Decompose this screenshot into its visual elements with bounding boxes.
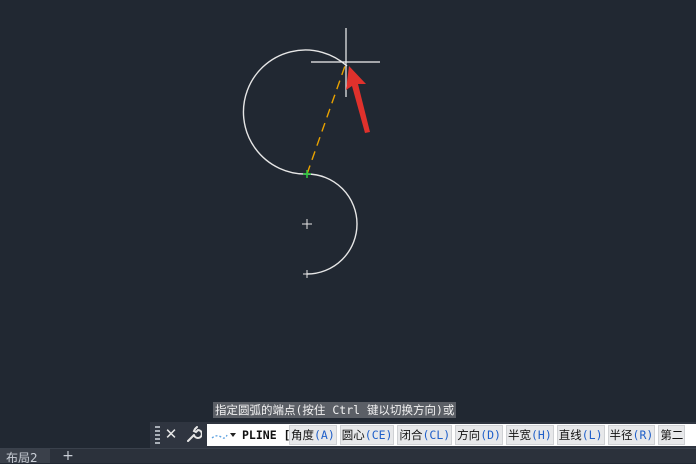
polyline-arc-lower — [306, 173, 358, 275]
option-second-point[interactable]: 第二 — [658, 425, 686, 445]
option-radius[interactable]: 半径(R) — [607, 425, 656, 445]
option-close[interactable]: 闭合(CL) — [397, 425, 453, 445]
option-angle[interactable]: 角度(A) — [289, 425, 337, 445]
command-input[interactable]: PLINE [ 角度(A) 圆心(CE) 闭合(CL) 方向(D) 半宽(H) … — [207, 424, 696, 446]
command-name: PLINE [ — [242, 428, 291, 442]
option-direction[interactable]: 方向(D) — [455, 425, 503, 445]
center-point-marker — [302, 219, 312, 229]
rubber-band-line — [306, 62, 347, 175]
command-line-bar: ✕ PLINE [ 角度(A) 圆心(CE) 闭合(CL) 方向(D) 半宽(H… — [150, 422, 696, 448]
layout-tabs-bar: 布局2 + — [0, 448, 696, 463]
close-icon[interactable]: ✕ — [163, 424, 179, 444]
crosshair-cursor — [311, 28, 380, 97]
option-line[interactable]: 直线(L) — [556, 425, 605, 445]
option-halfwidth[interactable]: 半宽(H) — [505, 425, 554, 445]
annotation-arrow-icon — [346, 66, 370, 133]
recent-commands-dropdown[interactable] — [209, 426, 239, 444]
command-options: 角度(A) 圆心(CE) 闭合(CL) 方向(D) 半宽(H) 直线(L) 半径… — [289, 424, 688, 446]
tab-layout2[interactable]: 布局2 — [0, 449, 50, 463]
wrench-icon[interactable] — [184, 425, 203, 445]
drag-handle-icon[interactable] — [155, 426, 160, 444]
vertex-marker — [303, 170, 311, 178]
polyline-arc-upper — [242, 49, 348, 175]
drawing-canvas[interactable] — [0, 0, 696, 462]
add-layout-button[interactable]: + — [58, 449, 78, 463]
command-prompt: 指定圆弧的端点(按住 Ctrl 键以切换方向)或 — [213, 402, 457, 418]
option-center[interactable]: 圆心(CE) — [339, 425, 395, 445]
endpoint-marker — [303, 270, 311, 278]
